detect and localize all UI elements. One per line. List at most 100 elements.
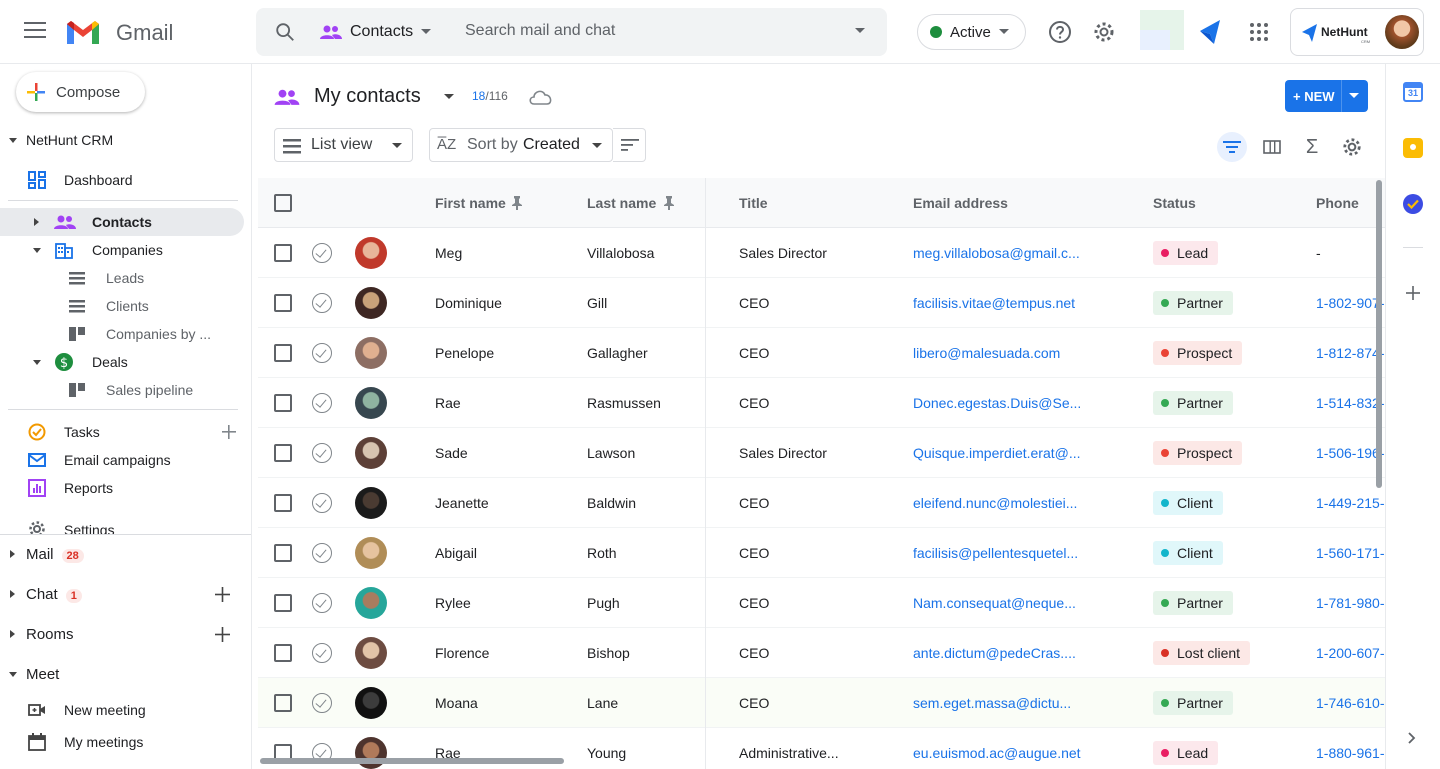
column-header-first-name[interactable]: First name — [435, 195, 506, 211]
new-meeting-item[interactable]: New meeting — [0, 696, 244, 724]
column-header-last-name[interactable]: Last name — [587, 195, 656, 211]
status-badge[interactable]: Lead — [1153, 241, 1219, 265]
chevron-right-icon[interactable] — [1408, 732, 1416, 744]
status-badge[interactable]: Partner — [1153, 691, 1233, 715]
account-switcher[interactable]: NetHunt CRM — [1290, 8, 1424, 56]
cell-last-name[interactable]: Baldwin — [587, 495, 636, 511]
table-row[interactable]: Moana Lane CEO sem.eget.massa@dictu... Partn… — [258, 678, 1385, 728]
status-badge[interactable]: Partner — [1153, 591, 1233, 615]
cell-email[interactable]: meg.villalobosa@gmail.c... — [913, 245, 1080, 261]
cell-phone[interactable]: 1-514-832- — [1316, 395, 1385, 411]
my-meetings-item[interactable]: My meetings — [0, 728, 244, 756]
nethunt-extension-icon[interactable] — [1198, 18, 1224, 46]
row-checkbox[interactable] — [274, 394, 292, 412]
cell-email[interactable]: sem.eget.massa@dictu... — [913, 695, 1071, 711]
table-row[interactable]: Rae Rasmussen CEO Donec.egestas.Duis@Se... P… — [258, 378, 1385, 428]
cell-last-name[interactable]: Villalobosa — [587, 245, 654, 261]
mark-done-icon[interactable] — [312, 543, 332, 563]
view-selector[interactable]: List view — [274, 128, 413, 162]
row-checkbox[interactable] — [274, 244, 292, 262]
cell-title[interactable]: CEO — [739, 395, 769, 411]
cell-title[interactable]: CEO — [739, 595, 769, 611]
sidebar-item-settings[interactable]: Settings — [0, 516, 244, 534]
sidebar-item-companies-by[interactable]: Companies by ... — [0, 320, 244, 348]
mark-done-icon[interactable] — [312, 593, 332, 613]
mark-done-icon[interactable] — [312, 343, 332, 363]
row-checkbox[interactable] — [274, 444, 292, 462]
vertical-scrollbar[interactable] — [1376, 180, 1382, 488]
cell-phone[interactable]: - — [1316, 245, 1321, 261]
row-checkbox[interactable] — [274, 294, 292, 312]
sidebar-item-sales-pipeline[interactable]: Sales pipeline — [0, 376, 244, 404]
extension-thumbnail-icon[interactable] — [1140, 10, 1184, 50]
status-badge[interactable]: Prospect — [1153, 441, 1243, 465]
cell-email[interactable]: libero@malesuada.com — [913, 345, 1060, 361]
table-row[interactable]: Meg Villalobosa Sales Director meg.villalob… — [258, 228, 1385, 278]
avatar[interactable] — [355, 287, 387, 319]
mark-done-icon[interactable] — [312, 293, 332, 313]
search-scope-dropdown[interactable]: Contacts — [320, 20, 432, 44]
apps-grid-icon[interactable] — [1247, 20, 1271, 44]
new-record-button[interactable]: + NEW — [1285, 80, 1368, 112]
sidebar-item-reports[interactable]: Reports — [0, 474, 244, 502]
table-row[interactable]: Dominique Gill CEO facilisis.vitae@tempus.n… — [258, 278, 1385, 328]
row-checkbox[interactable] — [274, 344, 292, 362]
search-input[interactable]: Search mail and chat — [465, 22, 615, 40]
sidebar-item-email-campaigns[interactable]: Email campaigns — [0, 446, 244, 474]
mark-done-icon[interactable] — [312, 493, 332, 513]
cell-first-name[interactable]: Abigail — [435, 545, 477, 561]
avatar[interactable] — [355, 487, 387, 519]
cell-phone[interactable]: 1-781-980- — [1316, 595, 1385, 611]
cell-email[interactable]: ante.dictum@pedeCras.... — [913, 645, 1076, 661]
cell-email[interactable]: eu.euismod.ac@augue.net — [913, 745, 1081, 761]
status-badge[interactable]: Prospect — [1153, 341, 1243, 365]
column-header-title[interactable]: Title — [739, 195, 768, 211]
columns-button[interactable] — [1257, 132, 1287, 162]
gmail-logo-icon[interactable] — [64, 18, 102, 46]
sidebar-item-dashboard[interactable]: Dashboard — [0, 166, 244, 194]
row-checkbox[interactable] — [274, 694, 292, 712]
cell-first-name[interactable]: Sade — [435, 445, 468, 461]
summary-button[interactable]: Σ — [1297, 132, 1327, 162]
new-chat-icon[interactable] — [215, 587, 230, 602]
cell-first-name[interactable]: Florence — [435, 645, 489, 661]
cell-title[interactable]: CEO — [739, 695, 769, 711]
cell-phone[interactable]: 1-802-907- — [1316, 295, 1385, 311]
status-badge[interactable]: Lead — [1153, 741, 1219, 765]
cloud-sync-icon[interactable] — [528, 88, 554, 106]
cell-phone[interactable]: 1-449-215- — [1316, 495, 1385, 511]
search-bar[interactable]: Contacts Search mail and chat — [256, 8, 887, 56]
cell-last-name[interactable]: Gill — [587, 295, 607, 311]
chevron-down-icon[interactable] — [444, 94, 454, 100]
cell-last-name[interactable]: Lawson — [587, 445, 635, 461]
select-all-checkbox[interactable] — [274, 194, 292, 212]
pin-icon[interactable] — [663, 196, 675, 210]
settings-gear-icon[interactable] — [1092, 20, 1116, 44]
sort-selector[interactable]: A̅Z Sort by Created — [429, 128, 613, 162]
cell-phone[interactable]: 1-560-171- — [1316, 545, 1385, 561]
google-tasks-icon[interactable] — [1403, 194, 1423, 214]
table-row[interactable]: Penelope Gallagher CEO libero@malesuada.com… — [258, 328, 1385, 378]
avatar[interactable] — [355, 237, 387, 269]
avatar[interactable] — [355, 387, 387, 419]
cell-first-name[interactable]: Meg — [435, 245, 462, 261]
cell-first-name[interactable]: Rae — [435, 395, 461, 411]
cell-last-name[interactable]: Lane — [587, 695, 618, 711]
status-badge[interactable]: Partner — [1153, 391, 1233, 415]
cell-title[interactable]: Sales Director — [739, 245, 827, 261]
row-checkbox[interactable] — [274, 644, 292, 662]
table-row[interactable]: Florence Bishop CEO ante.dictum@pedeCras...… — [258, 628, 1385, 678]
compose-button[interactable]: Compose — [16, 72, 145, 112]
google-calendar-icon[interactable]: 31 — [1403, 82, 1423, 102]
cell-title[interactable]: CEO — [739, 645, 769, 661]
cell-title[interactable]: CEO — [739, 545, 769, 561]
cell-email[interactable]: Nam.consequat@neque... — [913, 595, 1076, 611]
avatar[interactable] — [355, 737, 387, 769]
cell-title[interactable]: Sales Director — [739, 445, 827, 461]
cell-last-name[interactable]: Young — [587, 745, 626, 761]
cell-last-name[interactable]: Roth — [587, 545, 617, 561]
cell-email[interactable]: Donec.egestas.Duis@Se... — [913, 395, 1081, 411]
cell-phone[interactable]: 1-812-874- — [1316, 345, 1385, 361]
cell-first-name[interactable]: Rylee — [435, 595, 471, 611]
avatar[interactable] — [355, 337, 387, 369]
